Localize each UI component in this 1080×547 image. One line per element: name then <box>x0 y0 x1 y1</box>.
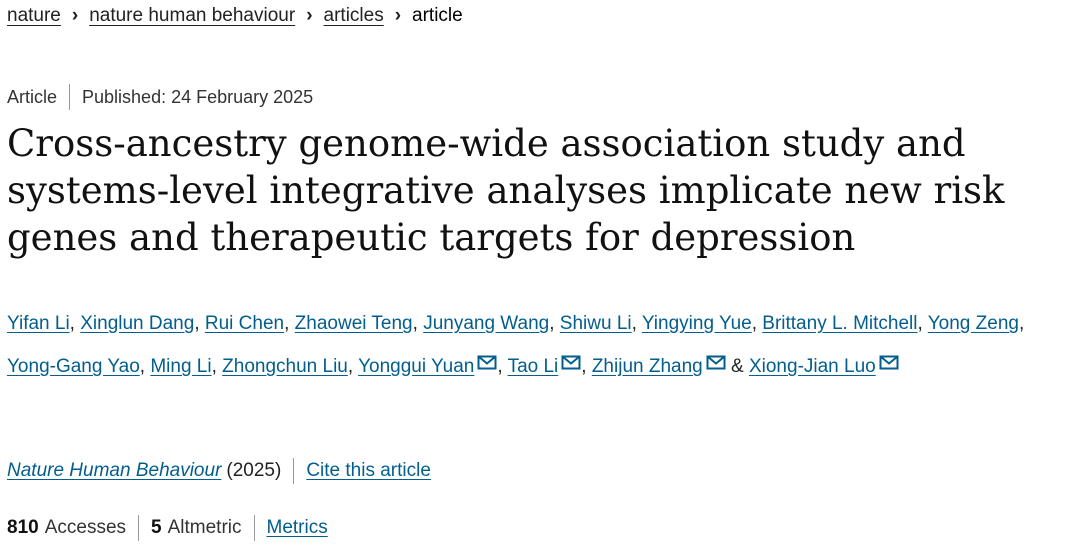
author-separator: , <box>1018 313 1025 334</box>
divider <box>138 515 140 541</box>
breadcrumb-current: article <box>412 5 463 26</box>
author-link[interactable]: Xiong-Jian Luo <box>749 356 876 377</box>
author-separator: , <box>549 313 560 334</box>
envelope-icon[interactable] <box>561 344 581 385</box>
author-separator: , <box>211 356 223 377</box>
author-separator: , <box>139 356 151 377</box>
author-separator: , <box>751 313 763 334</box>
accesses-label: Accesses <box>44 517 127 538</box>
breadcrumb: nature › nature human behaviour › articl… <box>7 4 463 28</box>
divider <box>69 84 71 110</box>
divider <box>253 515 255 541</box>
envelope-icon[interactable] <box>879 344 899 385</box>
chevron-right-icon: › <box>71 5 79 26</box>
author-separator: , <box>631 313 642 334</box>
author-link[interactable]: Zhongchun Liu <box>222 356 348 377</box>
accesses-count: 810 <box>7 517 39 538</box>
author-separator: , <box>412 313 424 334</box>
chevron-right-icon: › <box>306 5 313 26</box>
publication-year: (2025) <box>226 460 282 481</box>
author-link[interactable]: Brittany L. Mitchell <box>762 313 917 334</box>
breadcrumb-articles[interactable]: articles <box>324 4 384 28</box>
author-separator: , <box>284 313 295 334</box>
divider <box>293 458 295 484</box>
author-link[interactable]: Shiwu Li <box>560 313 632 334</box>
author-separator: , <box>497 356 508 377</box>
altmetric-count: 5 <box>151 517 162 538</box>
journal-line: Nature Human Behaviour (2025) Cite this … <box>7 458 431 484</box>
author-link[interactable]: Junyang Wang <box>423 313 549 334</box>
author-separator: , <box>347 356 359 377</box>
metrics-link[interactable]: Metrics <box>267 515 328 541</box>
breadcrumb-nature-human-behaviour[interactable]: nature human behaviour <box>89 4 295 28</box>
author-link[interactable]: Yonggui Yuan <box>358 356 474 377</box>
author-separator: , <box>69 313 81 334</box>
envelope-icon[interactable] <box>477 344 497 385</box>
article-type: Article <box>7 87 58 107</box>
author-separator: , <box>917 313 928 334</box>
author-link[interactable]: Xinglun Dang <box>80 313 194 334</box>
published-date: Published: 24 February 2025 <box>82 87 314 107</box>
altmetric-label: Altmetric <box>167 517 242 538</box>
metrics-bar: 810 Accesses 5 Altmetric Metrics <box>7 515 328 541</box>
article-meta: Article Published: 24 February 2025 <box>7 84 313 110</box>
envelope-icon[interactable] <box>706 344 726 385</box>
author-link[interactable]: Zhijun Zhang <box>592 356 703 377</box>
author-list: Yifan Li, Xinglun Dang, Rui Chen, Zhaowe… <box>7 303 1077 387</box>
author-link[interactable]: Yong-Gang Yao <box>7 356 140 377</box>
author-link[interactable]: Yong Zeng <box>928 313 1019 334</box>
cite-this-article-link[interactable]: Cite this article <box>306 458 431 484</box>
page-title: Cross-ancestry genome-wide association s… <box>7 122 1005 259</box>
author-separator: , <box>194 313 205 334</box>
author-separator: , <box>581 356 592 377</box>
author-link[interactable]: Tao Li <box>508 356 559 377</box>
breadcrumb-nature[interactable]: nature <box>7 4 61 28</box>
author-last-joiner: & <box>725 356 749 377</box>
author-link[interactable]: Yifan Li <box>7 313 70 334</box>
author-link[interactable]: Zhaowei Teng <box>295 313 413 334</box>
author-link[interactable]: Yingying Yue <box>642 313 752 334</box>
author-link[interactable]: Rui Chen <box>205 313 284 334</box>
author-link[interactable]: Ming Li <box>150 356 211 377</box>
journal-link[interactable]: Nature Human Behaviour <box>7 458 221 484</box>
chevron-right-icon: › <box>394 5 402 26</box>
